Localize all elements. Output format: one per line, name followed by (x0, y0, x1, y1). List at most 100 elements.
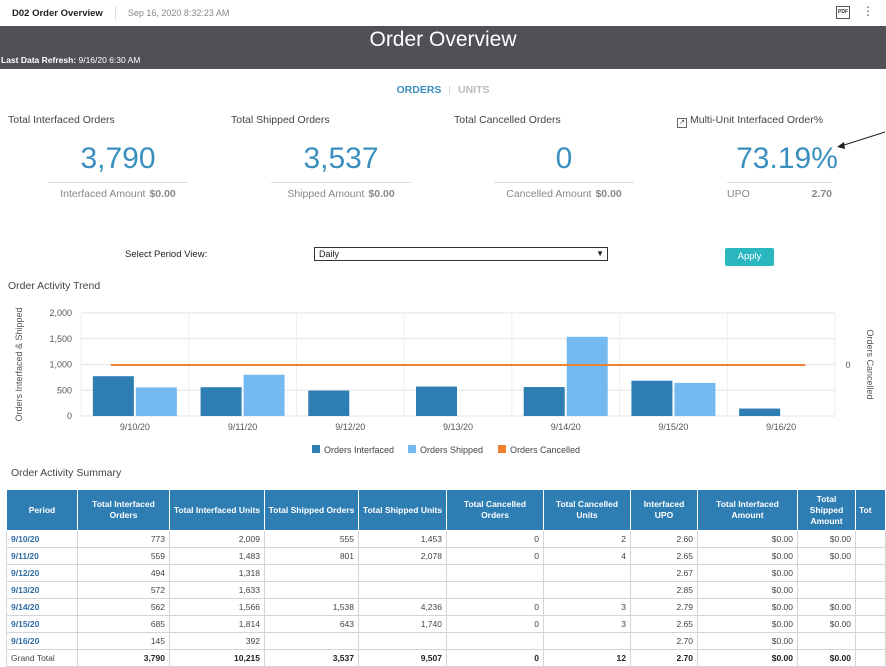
kpi-sub: Cancelled Amount $0.00 (494, 182, 634, 200)
tab-units[interactable]: UNITS (458, 84, 490, 96)
table-cell: $0.00 (797, 649, 856, 667)
table-cell (797, 564, 856, 582)
table-row: 9/11/20 559 1,483 801 2,078 0 4 2.65 $0.00 $0.00 (6, 547, 886, 565)
column-header[interactable]: Total Cancelled Units (543, 489, 631, 531)
column-header[interactable]: Total Interfaced Units (169, 489, 265, 531)
table-cell (855, 547, 886, 565)
kpi-sub-value: $0.00 (149, 188, 176, 200)
order-activity-trend-chart: 2,000 1,500 1,000 500 0 9/10/20 9/11/20 9/12/20… (14, 307, 875, 455)
period-link[interactable]: 9/13/20 (6, 581, 78, 599)
period-link[interactable]: 9/16/20 (6, 632, 78, 650)
table-cell: 145 (77, 632, 170, 650)
period-link[interactable]: 9/14/20 (6, 598, 78, 616)
bar-orders-interfaced (631, 380, 673, 416)
period-view-select[interactable]: Daily ▼ (314, 247, 608, 261)
column-header[interactable]: Total Interfaced Amount (697, 489, 798, 531)
annotation-arrow-icon (837, 131, 886, 149)
kpi-interfaced-orders: Total Interfaced Orders 3,790 Interfaced… (8, 114, 228, 200)
table-cell: 1,483 (169, 547, 265, 565)
table-cell: $0.00 (797, 547, 856, 565)
x-tick-label: 9/12/20 (335, 422, 365, 432)
bar-orders-interfaced (92, 376, 134, 416)
x-tick-label: 9/16/20 (766, 422, 796, 432)
table-body: 9/10/20 773 2,009 555 1,453 0 2 2.60 $0.00 $0.00 9… (6, 530, 886, 667)
y-tick-label: 1,500 (49, 334, 72, 344)
table-row: 9/10/20 773 2,009 555 1,453 0 2 2.60 $0.00 $0.00 (6, 530, 886, 548)
table-cell: 1,740 (358, 615, 447, 633)
y2-axis-label: Orders Cancelled (865, 329, 875, 399)
column-header[interactable]: Total Shipped Units (358, 489, 447, 531)
kpi-sub-label: UPO (727, 188, 750, 200)
table-cell: 494 (77, 564, 170, 582)
table-cell: $0.00 (697, 530, 798, 548)
table-cell: 9,507 (358, 649, 447, 667)
pdf-export-icon[interactable]: PDF (836, 6, 850, 19)
table-cell: 2.60 (630, 530, 698, 548)
period-view-value: Daily (319, 249, 340, 259)
table-cell: 555 (264, 530, 359, 548)
table-cell: $0.00 (797, 530, 856, 548)
table-cell (797, 632, 856, 650)
bar-orders-interfaced (416, 386, 457, 416)
column-header[interactable]: Total Cancelled Orders (446, 489, 544, 531)
table-cell (358, 581, 447, 599)
table-cell: 3 (543, 598, 631, 616)
table-cell: 12 (543, 649, 631, 667)
bar-orders-shipped (566, 336, 608, 416)
bar-orders-shipped (674, 382, 716, 416)
table-cell: 10,215 (169, 649, 265, 667)
report-header-bar: D02 Order Overview Sep 16, 2020 8:32:23 … (0, 0, 886, 26)
table-row: 9/14/20 562 1,566 1,538 4,236 0 3 2.79 $0.00 $0.0… (6, 598, 886, 616)
refresh-label: Last Data Refresh: (1, 55, 77, 65)
table-cell (855, 530, 886, 548)
column-header[interactable]: Total Interfaced Orders (77, 489, 170, 531)
table-cell: 2.85 (630, 581, 698, 599)
grand-total-row: Grand Total 3,790 10,215 3,537 9,507 0 12 2.70 $… (6, 649, 886, 667)
period-link[interactable]: 9/12/20 (6, 564, 78, 582)
tab-orders[interactable]: ORDERS (396, 84, 441, 96)
period-link[interactable]: 9/10/20 (6, 530, 78, 548)
data-refresh: Last Data Refresh: 9/16/20 6:30 AM (1, 55, 140, 65)
table-cell: $0.00 (797, 598, 856, 616)
table-cell (855, 581, 886, 599)
legend-label: Orders Shipped (420, 445, 483, 455)
x-tick-label: 9/13/20 (443, 422, 473, 432)
apply-button[interactable]: Apply (725, 248, 774, 266)
bar-orders-interfaced (523, 387, 565, 416)
table-cell (358, 564, 447, 582)
refresh-value: 9/16/20 6:30 AM (78, 55, 141, 65)
table-cell: $0.00 (697, 615, 798, 633)
table-cell: 4 (543, 547, 631, 565)
table-cell (797, 581, 856, 599)
kpi-sub: Interfaced Amount $0.00 (48, 182, 188, 200)
table-row: 9/16/20 145 392 2.70 $0.00 (6, 632, 886, 650)
column-header[interactable]: Period (6, 489, 78, 531)
more-options-icon[interactable]: ⋮ (862, 4, 874, 18)
column-header[interactable]: Tot (855, 489, 886, 531)
order-activity-summary-table: Period Total Interfaced Orders Total Inter… (6, 489, 886, 667)
table-cell: 2.70 (630, 632, 698, 650)
table-cell: $0.00 (697, 581, 798, 599)
table-cell: 0 (446, 530, 544, 548)
column-header[interactable]: Interfaced UPO (630, 489, 698, 531)
y-axis-label: Orders Interfaced & Shipped (14, 307, 24, 421)
kpi-sub: UPO 2.70 (727, 182, 832, 200)
external-link-icon[interactable]: ↗ (677, 118, 687, 128)
table-cell: 2.65 (630, 615, 698, 633)
period-link[interactable]: 9/15/20 (6, 615, 78, 633)
period-link[interactable]: 9/11/20 (6, 547, 78, 565)
kpi-value: 3,790 (80, 142, 156, 175)
table-cell: $0.00 (697, 598, 798, 616)
column-header[interactable]: Total Shipped Amount (797, 489, 856, 531)
legend-swatch (312, 445, 320, 453)
report-timestamp: Sep 16, 2020 8:32:23 AM (127, 8, 230, 18)
table-cell: 562 (77, 598, 170, 616)
header-divider (114, 6, 116, 20)
legend-label: Orders Cancelled (510, 445, 580, 455)
kpi-sub-label: Interfaced Amount (60, 188, 146, 200)
table-cell: 1,814 (169, 615, 265, 633)
column-header[interactable]: Total Shipped Orders (264, 489, 359, 531)
table-cell: $0.00 (697, 547, 798, 565)
table-cell: 1,538 (264, 598, 359, 616)
table-cell: 0 (446, 598, 544, 616)
